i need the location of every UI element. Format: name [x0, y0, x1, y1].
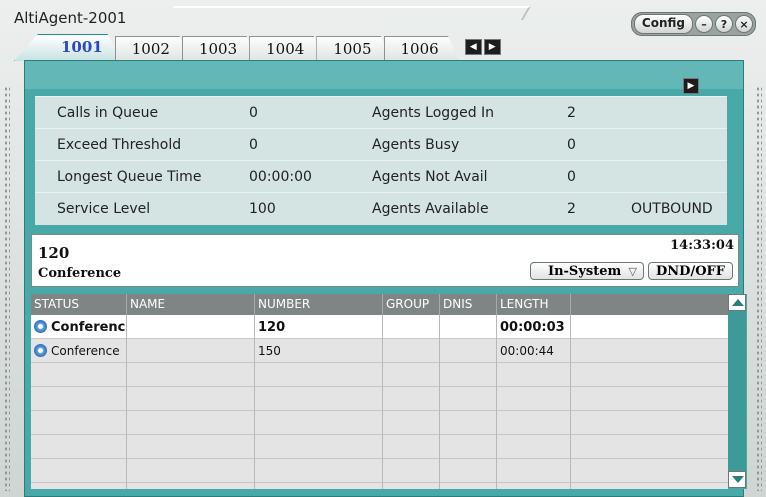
column-header-name[interactable]: NAME: [130, 297, 165, 311]
tab-1006[interactable]: 1006: [383, 36, 459, 61]
arrow-right-icon[interactable]: ▶: [483, 39, 501, 55]
status-select-value: In-System: [548, 264, 622, 279]
table-row-empty: [31, 387, 728, 411]
tab-scroll-controls: ◀ ▶: [464, 34, 501, 60]
status-select[interactable]: In-System ▽: [530, 262, 644, 280]
calls-table: STATUS NAME NUMBER GROUP DNIS LENGTH Con…: [31, 294, 728, 489]
current-call-box: 120 Conference 14:33:04 In-System ▽ DND/…: [31, 234, 739, 287]
stat-label: Agents Available: [372, 201, 489, 217]
stat-label: Agents Not Avail: [372, 169, 488, 185]
table-row-empty: [31, 363, 728, 387]
stat-value: 0: [567, 169, 576, 185]
scroll-track[interactable]: [728, 311, 746, 471]
title-decoration: [165, 6, 532, 20]
expand-arrow-icon[interactable]: ▶: [683, 78, 699, 94]
call-number: 120: [38, 244, 70, 262]
stat-row: Service Level 100 Agents Available 2 OUT…: [35, 192, 727, 225]
cell-number: 150: [258, 344, 281, 358]
column-header-status[interactable]: STATUS: [34, 297, 79, 311]
column-header-number[interactable]: NUMBER: [258, 297, 310, 311]
table-row-empty: [31, 459, 728, 483]
stat-label: Agents Logged In: [372, 105, 495, 121]
stat-value: 2: [567, 201, 576, 217]
minimize-button[interactable]: –: [695, 15, 713, 33]
queue-stats: Calls in Queue 0 Agents Logged In 2 Exce…: [35, 96, 727, 227]
table-row[interactable]: Conferenc 120 00:00:03: [31, 315, 728, 339]
tab-1005[interactable]: 1005: [316, 36, 392, 61]
tab-1002[interactable]: 1002: [114, 36, 190, 61]
dnd-toggle-button[interactable]: DND/OFF: [648, 262, 733, 280]
cell-status: Conferenc: [51, 320, 126, 335]
stat-row: Exceed Threshold 0 Agents Busy 0: [35, 128, 727, 161]
stat-label: Service Level: [57, 201, 151, 217]
call-state: Conference: [38, 266, 122, 281]
stat-row: Calls in Queue 0 Agents Logged In 2: [35, 96, 727, 129]
table-row[interactable]: Conference 150 00:00:44: [31, 339, 728, 363]
column-header-dnis[interactable]: DNIS: [443, 297, 472, 311]
tab-1003[interactable]: 1003: [181, 36, 258, 61]
stat-value: 00:00:00: [249, 169, 312, 185]
window-controls: Config – ? ×: [630, 12, 756, 36]
cell-number: 120: [258, 320, 286, 335]
conference-icon: [34, 320, 47, 333]
app-title: AltiAgent-2001: [14, 9, 127, 27]
stat-label: Calls in Queue: [57, 105, 159, 121]
stat-value: 100: [249, 201, 276, 217]
resize-grip-left[interactable]: [4, 86, 10, 491]
extension-tabs: 1001 1002 1003 1004 1005 1006 ◀ ▶: [14, 34, 501, 61]
stat-value: 0: [249, 137, 258, 153]
scroll-down-icon[interactable]: [728, 471, 746, 488]
stat-extra: OUTBOUND: [631, 201, 713, 217]
call-clock: 14:33:04: [670, 238, 734, 253]
panel-header: [25, 61, 743, 89]
table-scrollbar[interactable]: [728, 294, 747, 489]
stat-value: 0: [249, 105, 258, 121]
help-button[interactable]: ?: [715, 15, 733, 33]
stat-row: Longest Queue Time 00:00:00 Agents Not A…: [35, 160, 727, 193]
chevron-down-icon: ▽: [628, 265, 637, 278]
app-window: AltiAgent-2001 Config – ? × 1001 1002 10…: [0, 0, 766, 497]
scroll-up-icon[interactable]: [728, 294, 746, 311]
resize-grip-right[interactable]: [756, 86, 762, 491]
tab-1004[interactable]: 1004: [249, 36, 325, 61]
stat-value: 0: [567, 137, 576, 153]
conference-icon: [34, 344, 47, 357]
close-button[interactable]: ×: [735, 15, 753, 33]
table-row-empty: [31, 411, 728, 435]
stat-value: 2: [567, 105, 576, 121]
cell-length: 00:00:44: [500, 344, 554, 358]
stat-label: Longest Queue Time: [57, 169, 202, 185]
stat-label: Exceed Threshold: [57, 137, 182, 153]
arrow-left-icon[interactable]: ◀: [464, 39, 482, 55]
cell-length: 00:00:03: [500, 320, 565, 335]
cell-status: Conference: [51, 344, 120, 358]
stat-label: Agents Busy: [372, 137, 460, 153]
column-header-length[interactable]: LENGTH: [500, 297, 548, 311]
tab-1001[interactable]: 1001: [14, 34, 123, 61]
column-header-group[interactable]: GROUP: [386, 297, 429, 311]
table-header: STATUS NAME NUMBER GROUP DNIS LENGTH: [31, 294, 728, 315]
table-row-empty: [31, 435, 728, 459]
config-button[interactable]: Config: [633, 14, 693, 34]
